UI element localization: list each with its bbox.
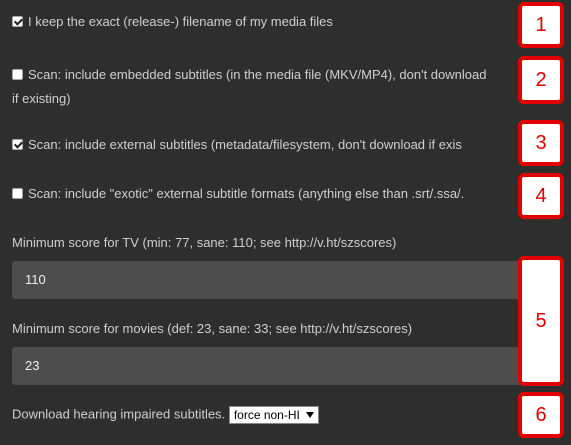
scan-external-checkbox[interactable] xyxy=(12,139,23,150)
annotation-badge-2: 2 xyxy=(518,56,564,104)
scan-external-label: Scan: include external subtitles (metada… xyxy=(28,137,462,152)
annotation-badge-4: 4 xyxy=(518,173,564,219)
hearing-impaired-selected: force non-HI xyxy=(233,408,300,422)
min-score-tv-label: Minimum score for TV (min: 77, sane: 110… xyxy=(12,235,397,250)
hearing-impaired-label: Download hearing impaired subtitles. xyxy=(12,406,226,422)
hearing-impaired-row: Download hearing impaired subtitles. for… xyxy=(12,406,319,424)
annotation-badge-1: 1 xyxy=(518,2,564,48)
hearing-impaired-select[interactable]: force non-HI xyxy=(228,406,319,424)
scan-embedded-row[interactable]: Scan: include embedded subtitles (in the… xyxy=(12,67,486,82)
annotation-badge-6: 6 xyxy=(518,392,564,438)
annotation-badge-5: 5 xyxy=(518,256,564,386)
min-score-movies-label: Minimum score for movies (def: 23, sane:… xyxy=(12,321,413,336)
chevron-down-icon xyxy=(305,412,314,418)
scan-embedded-checkbox[interactable] xyxy=(12,69,23,80)
annotation-badge-3: 3 xyxy=(518,120,564,166)
min-score-tv-input[interactable]: 110 xyxy=(12,261,532,299)
keep-filename-checkbox[interactable] xyxy=(12,16,23,27)
keep-filename-label: I keep the exact (release-) filename of … xyxy=(28,14,333,29)
scan-embedded-label-continued: if existing) xyxy=(12,91,71,106)
keep-filename-row[interactable]: I keep the exact (release-) filename of … xyxy=(12,14,333,29)
scan-embedded-label: Scan: include embedded subtitles (in the… xyxy=(28,67,487,82)
min-score-movies-input[interactable]: 23 xyxy=(12,347,532,385)
scan-external-row[interactable]: Scan: include external subtitles (metada… xyxy=(12,137,462,152)
scan-exotic-row[interactable]: Scan: include "exotic" external subtitle… xyxy=(12,186,464,201)
scan-exotic-label: Scan: include "exotic" external subtitle… xyxy=(28,186,465,201)
scan-exotic-checkbox[interactable] xyxy=(12,188,23,199)
